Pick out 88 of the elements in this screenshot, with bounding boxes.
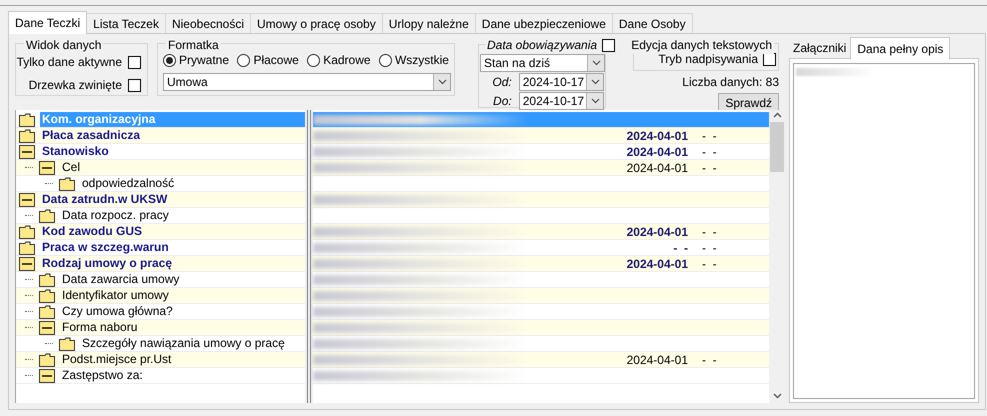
date-cell-text: 2024-04-01 (626, 144, 688, 160)
folder-icon[interactable] (39, 272, 55, 286)
date-picker[interactable]: 2024-10-17 (518, 73, 604, 91)
collapse-icon[interactable] (39, 160, 55, 174)
folder-icon[interactable] (19, 128, 35, 142)
radio-label: Kadrowe (323, 52, 371, 69)
tree-connector (45, 183, 53, 184)
tab[interactable]: Dane Osoby (612, 13, 693, 33)
range-cell-text: - - (702, 144, 717, 160)
checkbox-label: Tryb nadpisywania (658, 52, 758, 68)
scroll-down-icon[interactable] (772, 393, 782, 399)
tree-connector (25, 311, 33, 312)
dropdown-caret-icon (590, 79, 600, 85)
tree-item[interactable]: Cel (60, 160, 82, 175)
tab[interactable]: Lista Teczek (87, 13, 166, 33)
period-dropdown[interactable]: Stan na dziś (480, 54, 605, 72)
range-cell-text: - - (702, 240, 717, 256)
folder-icon[interactable] (39, 352, 55, 366)
tab[interactable]: Nieobecności (166, 13, 252, 33)
tree-connector (25, 279, 33, 280)
tree-item[interactable]: Stanowisko (40, 144, 111, 159)
radio-button[interactable] (237, 54, 250, 66)
tree-connector (25, 327, 33, 328)
radio-label: Prywatne (179, 52, 230, 69)
data-count: Liczba danych: 83 (682, 74, 779, 91)
collapse-icon[interactable] (19, 256, 35, 270)
tab[interactable]: Dane Teczki (8, 11, 88, 34)
checkbox[interactable] (128, 56, 141, 68)
checkbox-label: Drzewka zwinięte (28, 77, 122, 94)
range-cell-text: - - (702, 160, 717, 176)
folder-icon[interactable] (59, 336, 75, 350)
checkbox[interactable] (128, 78, 141, 92)
dropdown-caret-icon (438, 79, 446, 85)
date-cell-text: 2024-04-01 (626, 256, 688, 272)
collapse-icon[interactable] (39, 368, 55, 382)
date-label: Do: (492, 93, 513, 110)
tree-connector (45, 343, 53, 344)
range-cell-text: - - (702, 352, 717, 368)
date-picker[interactable]: 2024-10-17 (518, 92, 604, 110)
scroll-thumb[interactable] (770, 122, 784, 172)
folder-icon[interactable] (19, 224, 35, 238)
tree-item[interactable]: odpowiedzalność (80, 176, 176, 191)
radio-label: Płacowe (253, 52, 299, 69)
date-label: Od: (491, 74, 513, 91)
checkbox-label: Tylko dane aktywne (16, 54, 122, 71)
radio-button[interactable] (163, 54, 176, 66)
folder-icon[interactable] (19, 112, 35, 126)
tree-connector (25, 167, 33, 168)
collapse-icon[interactable] (19, 144, 35, 158)
date-cell-text: 2024-04-01 (626, 224, 688, 240)
range-cell-text: - - (702, 256, 717, 272)
scroll-up-icon[interactable] (772, 112, 782, 118)
folder-icon[interactable] (39, 304, 55, 318)
group-title: Data obowiązywania (487, 37, 598, 54)
dropdown-caret-icon (592, 60, 600, 66)
radio-button[interactable] (378, 54, 392, 66)
folder-icon[interactable] (59, 176, 75, 190)
date-cell-text: 2024-04-01 (626, 128, 688, 144)
radio-button[interactable] (307, 54, 320, 66)
form-dropdown[interactable]: Umowa (163, 73, 451, 91)
tab[interactable]: Urlopy należne (382, 13, 476, 33)
tree-connector (25, 295, 33, 296)
radio-label: Wszystkie (394, 52, 449, 69)
tab[interactable]: Dane ubezpieczeniowe (476, 13, 613, 33)
tree-connector (25, 359, 33, 360)
description-field[interactable] (793, 63, 975, 399)
tree-connector (25, 375, 33, 376)
folder-icon[interactable] (19, 240, 35, 254)
date-cell-text: - - (672, 240, 688, 256)
range-cell-text: - - (702, 128, 717, 144)
tree-item[interactable]: Data rozpocz. pracy (60, 208, 171, 223)
date-cell-text: 2024-04-01 (626, 160, 688, 176)
folder-icon[interactable] (39, 288, 55, 302)
collapse-icon[interactable] (19, 192, 35, 206)
collapse-icon[interactable] (39, 320, 55, 334)
tree-item[interactable]: Czy umowa główna? (60, 304, 175, 319)
dropdown-caret-icon (590, 98, 600, 104)
range-cell-text: - - (702, 224, 717, 240)
tree-item[interactable]: Zastępstwo za: (60, 368, 145, 383)
tree-item[interactable]: Data zawarcia umowy (60, 272, 182, 287)
tree-connector (25, 215, 33, 216)
tab[interactable]: Dana pełny opis (850, 37, 950, 59)
folder-icon[interactable] (39, 208, 55, 222)
tree-item[interactable]: Szczegóły nawiązania umowy o pracę (80, 336, 287, 351)
checkbox[interactable] (602, 38, 616, 52)
tab[interactable]: Umowy o pracę osoby (251, 13, 383, 33)
tree-item[interactable]: Praca w szczeg.warun (40, 240, 171, 255)
date-cell-text: 2024-04-01 (626, 352, 688, 368)
